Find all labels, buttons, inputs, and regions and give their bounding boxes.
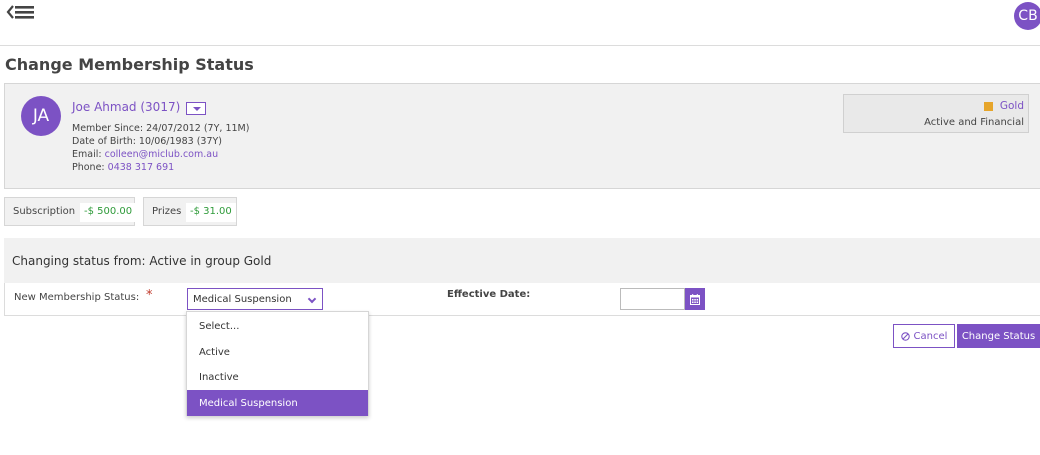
fee-value: -$ 500.00 [80, 203, 137, 222]
group-name: Gold [999, 100, 1024, 112]
status-option-select[interactable]: Select... [187, 313, 368, 339]
fee-value: -$ 31.00 [186, 203, 236, 222]
member-phone-row: Phone: 0438 317 691 [72, 161, 249, 174]
user-avatar[interactable]: CB [1014, 2, 1040, 30]
effective-date-input[interactable] [620, 288, 685, 310]
status-options-dropdown: Select... Active Inactive Medical Suspen… [186, 311, 369, 416]
status-form-row: New Membership Status: * Medical Suspens… [4, 283, 1040, 316]
member-phone-link[interactable]: 0438 317 691 [108, 162, 174, 173]
member-since: Member Since: 24/07/2012 (7Y, 11M) [72, 123, 250, 134]
status-change-heading: Changing status from: Active in group Go… [12, 254, 272, 268]
chevron-down-icon [307, 294, 317, 304]
page-title: Change Membership Status [5, 55, 254, 74]
status-option-inactive[interactable]: Inactive [187, 364, 368, 390]
fee-label: Subscription [13, 206, 76, 217]
select-value: Medical Suspension [193, 294, 292, 305]
top-bar: CB [0, 0, 1040, 46]
member-name-link[interactable]: Joe Ahmad (3017) [72, 100, 180, 114]
member-menu-dropdown-icon[interactable] [186, 102, 206, 115]
member-group-box: Gold Active and Financial [843, 94, 1029, 133]
member-card: JA Joe Ahmad (3017) Member Since: 24/07/… [4, 83, 1040, 189]
email-label: Email: [72, 149, 102, 160]
phone-label: Phone: [72, 162, 105, 173]
prizes-balance: Prizes -$ 31.00 [143, 197, 237, 226]
member-email-row: Email: colleen@miclub.com.au [72, 148, 249, 161]
back-menu-icon[interactable] [4, 2, 36, 24]
cancel-button[interactable]: Cancel [893, 324, 955, 348]
member-email-link[interactable]: colleen@miclub.com.au [105, 149, 219, 160]
status-option-active[interactable]: Active [187, 339, 368, 365]
member-details: Member Since: 24/07/2012 (7Y, 11M) Date … [72, 122, 249, 174]
member-dob: Date of Birth: 10/06/1983 (37Y) [72, 136, 223, 147]
group-color-swatch [984, 102, 993, 111]
status-option-medical-suspension[interactable]: Medical Suspension [187, 390, 368, 416]
subscription-balance: Subscription -$ 500.00 [4, 197, 137, 226]
cancel-button-label: Cancel [913, 330, 948, 342]
required-marker: * [146, 288, 153, 303]
cancel-icon [900, 331, 910, 341]
calendar-icon[interactable] [685, 288, 705, 310]
fee-label: Prizes [152, 206, 182, 217]
new-status-label: New Membership Status: [14, 292, 140, 303]
change-status-button[interactable]: Change Status [957, 324, 1040, 348]
member-avatar: JA [21, 96, 61, 136]
effective-date-label: Effective Date: [447, 289, 531, 300]
status-change-heading-band: Changing status from: Active in group Go… [4, 238, 1040, 283]
group-state: Active and Financial [924, 117, 1024, 128]
new-status-select[interactable]: Medical Suspension [187, 288, 323, 310]
